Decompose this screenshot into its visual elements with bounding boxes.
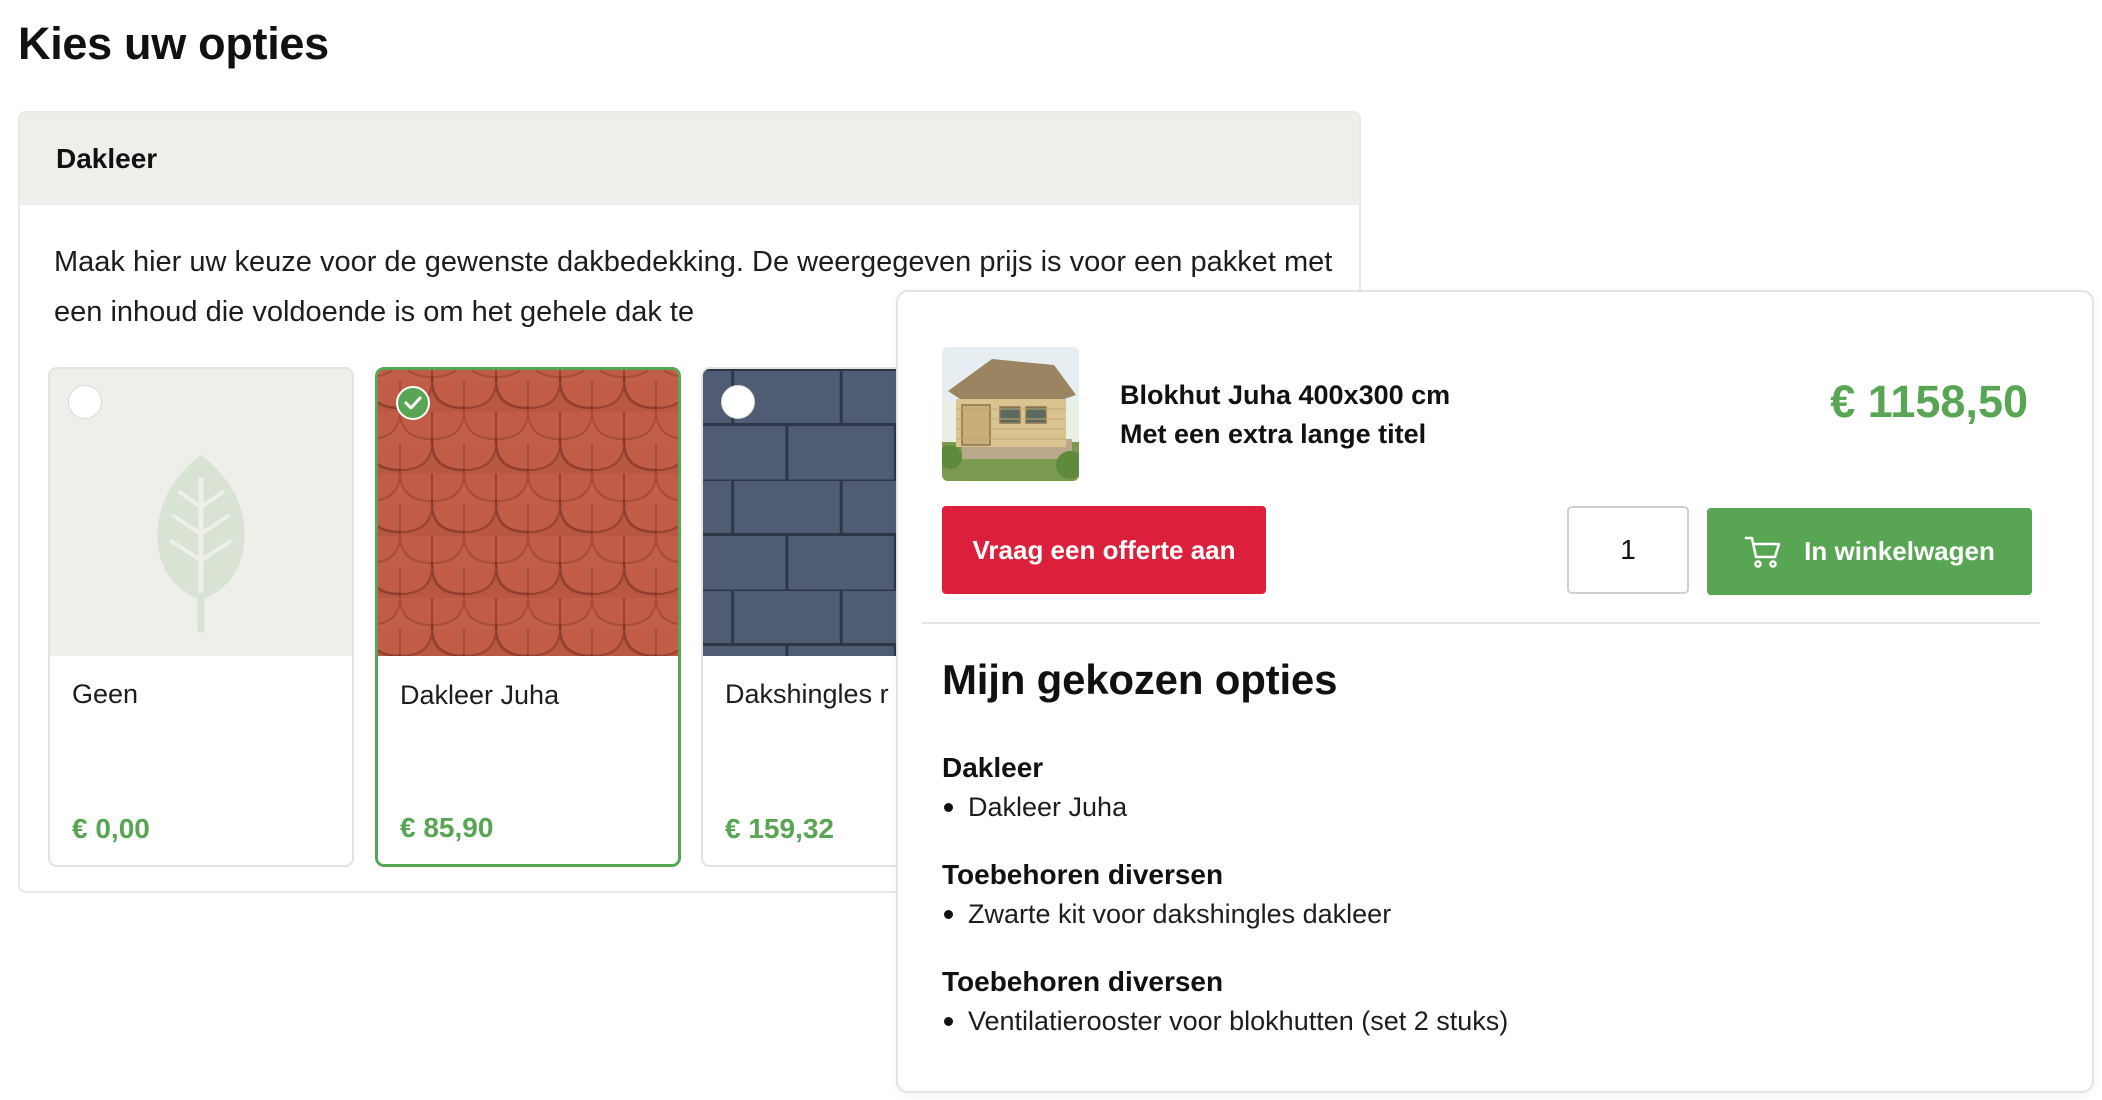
option-card-dakleer-juha[interactable]: Dakleer Juha € 85,90 bbox=[375, 367, 681, 867]
chosen-list-item: Ventilatierooster voor blokhutten (set 2… bbox=[942, 1006, 1508, 1037]
chosen-item-text: Dakleer Juha bbox=[968, 792, 1128, 822]
add-to-cart-button[interactable]: In winkelwagen bbox=[1707, 508, 2032, 595]
request-quote-button[interactable]: Vraag een offerte aan bbox=[942, 506, 1266, 594]
option-radio[interactable] bbox=[68, 385, 102, 419]
bullet bbox=[944, 910, 953, 919]
option-radio[interactable] bbox=[721, 385, 755, 419]
chosen-group-list: Zwarte kit voor dakshingles dakleer bbox=[942, 899, 1391, 930]
add-to-cart-label: In winkelwagen bbox=[1804, 536, 1995, 566]
chosen-options-title: Mijn gekozen opties bbox=[942, 656, 1338, 703]
option-price: € 0,00 bbox=[72, 813, 150, 844]
page-title: Kies uw opties bbox=[18, 18, 329, 69]
chosen-item-text: Ventilatierooster voor blokhutten (set 2… bbox=[968, 1006, 1509, 1036]
option-price: € 159,32 bbox=[725, 813, 834, 844]
option-card-geen[interactable]: Geen € 0,00 bbox=[48, 367, 354, 867]
log-cabin-image bbox=[942, 347, 1079, 481]
bullet bbox=[944, 803, 953, 812]
chosen-list-item: Zwarte kit voor dakshingles dakleer bbox=[942, 899, 1391, 930]
product-title-line2: Met een extra lange titel bbox=[1120, 419, 1427, 449]
options-panel-heading: Dakleer bbox=[56, 143, 158, 174]
option-price: € 85,90 bbox=[400, 812, 494, 843]
bullet bbox=[944, 1017, 953, 1026]
chosen-group-list: Ventilatierooster voor blokhutten (set 2… bbox=[942, 1006, 1508, 1037]
checkmark-icon bbox=[404, 396, 422, 410]
cart-icon bbox=[1744, 536, 1781, 568]
product-title-line1: Blokhut Juha 400x300 cm bbox=[1120, 380, 1451, 410]
divider bbox=[922, 622, 2040, 624]
chosen-group-heading: Dakleer bbox=[942, 752, 1044, 783]
option-name: Dakleer Juha bbox=[400, 680, 560, 710]
option-name: Geen bbox=[72, 679, 139, 709]
chosen-group-heading: Toebehoren diversen bbox=[942, 966, 1224, 997]
product-thumbnail bbox=[942, 347, 1079, 481]
product-title: Blokhut Juha 400x300 cm Met een extra la… bbox=[1120, 376, 1520, 454]
chosen-list-item: Dakleer Juha bbox=[942, 792, 1127, 823]
chosen-group-heading: Toebehoren diversen bbox=[942, 859, 1224, 890]
option-radio-checked[interactable] bbox=[396, 386, 430, 420]
cart-popup: Blokhut Juha 400x300 cm Met een extra la… bbox=[896, 290, 2094, 1093]
chosen-group-list: Dakleer Juha bbox=[942, 792, 1127, 823]
product-price: € 1158,50 bbox=[1830, 376, 2028, 427]
options-panel-header: Dakleer bbox=[20, 113, 1359, 205]
chosen-item-text: Zwarte kit voor dakshingles dakleer bbox=[968, 899, 1392, 929]
quantity-input[interactable] bbox=[1567, 506, 1689, 594]
